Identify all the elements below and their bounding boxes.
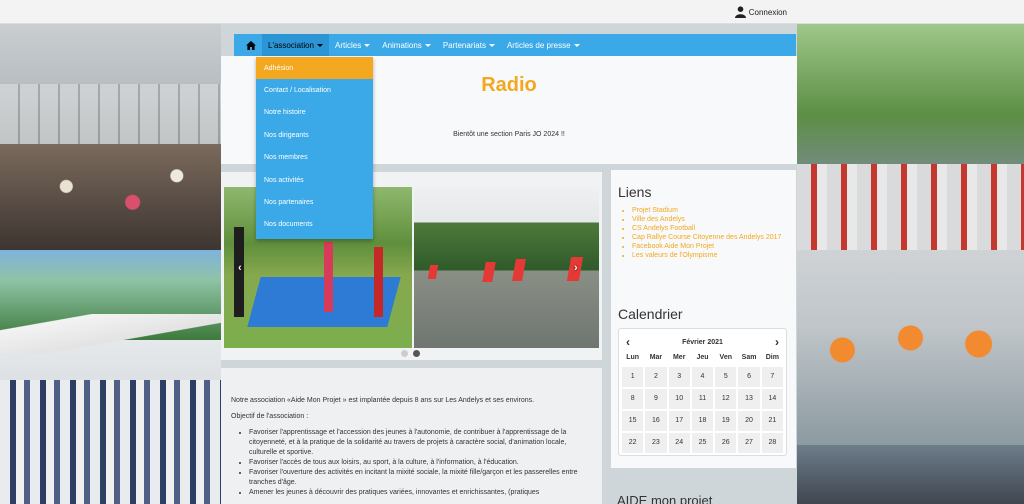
weekday-label: Mar: [649, 354, 663, 361]
aide-section-title: AIDE mon projet: [617, 493, 713, 504]
background-photo-right: [797, 24, 1024, 504]
list-item: Amener les jeunes à découvrir des pratiq…: [249, 488, 592, 498]
calendar-day[interactable]: 22: [622, 433, 644, 453]
calendar-day[interactable]: 10: [668, 389, 690, 409]
calendar-day[interactable]: 16: [645, 411, 667, 431]
nav-articles[interactable]: Articles: [329, 34, 376, 56]
background-photo-left: [0, 24, 221, 504]
weekday-label: Lun: [626, 354, 640, 361]
list-item: Favoriser l'apprentissage et l'accession…: [249, 428, 592, 458]
link-cs-andelys-football[interactable]: CS Andelys Football: [632, 224, 789, 233]
dropdown-item-membres[interactable]: Nos membres: [256, 147, 373, 169]
calendar-grid: Lun Mar Mer Jeu Ven Sam Dim 1 2 3 4 5 6 …: [622, 351, 783, 453]
calendar-day[interactable]: 24: [668, 433, 690, 453]
association-dropdown: Adhésion Contact / Localisation Notre hi…: [256, 57, 373, 239]
calendar-day[interactable]: 9: [645, 389, 667, 409]
dropdown-item-adhesion[interactable]: Adhésion: [256, 57, 373, 80]
slider-next-button[interactable]: ›: [574, 262, 578, 274]
calendar-day[interactable]: 28: [761, 433, 783, 453]
nav-articles-label: Articles: [335, 40, 362, 50]
nav-articles-presse[interactable]: Articles de presse: [501, 34, 586, 56]
top-bar: Connexion: [0, 0, 1024, 24]
calendar-day[interactable]: 4: [691, 367, 714, 387]
home-icon: [246, 40, 256, 50]
calendar-header: ‹ Février 2021 ›: [622, 333, 783, 351]
calendar-day[interactable]: 8: [622, 389, 644, 409]
calendar-day[interactable]: 1: [622, 367, 644, 387]
calendar-day[interactable]: 20: [738, 411, 760, 431]
chevron-down-icon: [488, 43, 495, 47]
weekday-label: Mer: [672, 354, 686, 361]
calendar-day[interactable]: 26: [715, 433, 737, 453]
calendar-day[interactable]: 23: [645, 433, 667, 453]
main-nav: L'association Articles Animations Parten…: [234, 34, 796, 56]
list-item: Favoriser l'accès de tous aux loisirs, a…: [249, 458, 592, 468]
weekday-label: Sam: [741, 354, 757, 361]
calendar-day[interactable]: 25: [691, 433, 714, 453]
calendar-day[interactable]: 17: [668, 411, 690, 431]
link-facebook[interactable]: Facebook Aide Mon Projet: [632, 242, 789, 251]
links-list: Projet Stadium Ville des Andelys CS Ande…: [632, 206, 789, 260]
slide-image-2: [414, 187, 599, 348]
intro-line-2: Objectif de l'association :: [231, 413, 309, 420]
calendar-day[interactable]: 19: [715, 411, 737, 431]
link-ville-andelys[interactable]: Ville des Andelys: [632, 215, 789, 224]
calendar-day[interactable]: 5: [715, 367, 737, 387]
link-cap-rallye[interactable]: Cap Rallye Course Citoyenne des Andelys …: [632, 233, 789, 242]
dropdown-item-activites[interactable]: Nos activités: [256, 169, 373, 191]
calendar-day[interactable]: 21: [761, 411, 783, 431]
calendar-month: Février 2021: [682, 338, 723, 346]
calendar-day[interactable]: 13: [738, 389, 760, 409]
dropdown-item-dirigeants[interactable]: Nos dirigeants: [256, 124, 373, 146]
calendar-day[interactable]: 14: [761, 389, 783, 409]
weekday-label: Dim: [765, 354, 779, 361]
chevron-down-icon: [364, 43, 371, 47]
connexion-link[interactable]: Connexion: [734, 6, 787, 18]
calendar-day[interactable]: 27: [738, 433, 760, 453]
dropdown-item-contact[interactable]: Contact / Localisation: [256, 79, 373, 101]
calendar: ‹ Février 2021 › Lun Mar Mer Jeu Ven Sam…: [618, 328, 787, 456]
calendar-prev-button[interactable]: ‹: [626, 335, 630, 349]
calendar-day[interactable]: 11: [691, 389, 714, 409]
nav-partenariats[interactable]: Partenariats: [437, 34, 501, 56]
nav-articles-presse-label: Articles de presse: [506, 40, 571, 50]
dropdown-item-partenaires[interactable]: Nos partenaires: [256, 191, 373, 213]
nav-home[interactable]: [240, 34, 262, 56]
calendar-day[interactable]: 6: [738, 367, 760, 387]
objectives-list: Favoriser l'apprentissage et l'accession…: [249, 428, 592, 498]
chevron-down-icon: [424, 43, 431, 47]
calendar-day[interactable]: 7: [761, 367, 783, 387]
calendar-next-button[interactable]: ›: [775, 335, 779, 349]
slider-dot-2[interactable]: [413, 350, 420, 357]
calendar-day[interactable]: 3: [668, 367, 690, 387]
chevron-down-icon: [317, 43, 323, 47]
nav-association[interactable]: L'association: [262, 34, 329, 56]
links-widget: Liens Projet Stadium Ville des Andelys C…: [611, 170, 796, 298]
calendar-title: Calendrier: [618, 306, 683, 322]
dropdown-item-documents[interactable]: Nos documents: [256, 214, 373, 236]
user-icon: [734, 6, 746, 18]
slider-prev-button[interactable]: ‹: [238, 262, 242, 274]
nav-animations-label: Animations: [382, 40, 422, 50]
links-title: Liens: [618, 184, 652, 200]
intro-line-1: Notre association «Aide Mon Projet » est…: [231, 397, 535, 404]
calendar-day[interactable]: 15: [622, 411, 644, 431]
slider-dot-1[interactable]: [401, 350, 408, 357]
calendar-day[interactable]: 18: [691, 411, 714, 431]
connexion-label: Connexion: [748, 7, 787, 17]
nav-partenariats-label: Partenariats: [442, 40, 486, 50]
weekday-label: Ven: [719, 354, 732, 361]
nav-animations[interactable]: Animations: [376, 34, 437, 56]
calendar-widget: Calendrier ‹ Février 2021 › Lun Mar Mer …: [611, 298, 796, 468]
calendar-day[interactable]: 12: [715, 389, 737, 409]
nav-association-label: L'association: [268, 40, 314, 50]
intro-text: Notre association «Aide Mon Projet » est…: [221, 368, 602, 504]
dropdown-item-histoire[interactable]: Notre histoire: [256, 102, 373, 124]
link-valeurs-olympisme[interactable]: Les valeurs de l'Olympisme: [632, 251, 789, 260]
list-item: Favoriser l'ouverture des activités en i…: [249, 468, 592, 488]
weekday-label: Jeu: [696, 354, 709, 361]
chevron-down-icon: [573, 43, 580, 47]
calendar-day[interactable]: 2: [645, 367, 667, 387]
link-projet-stadium[interactable]: Projet Stadium: [632, 206, 789, 215]
